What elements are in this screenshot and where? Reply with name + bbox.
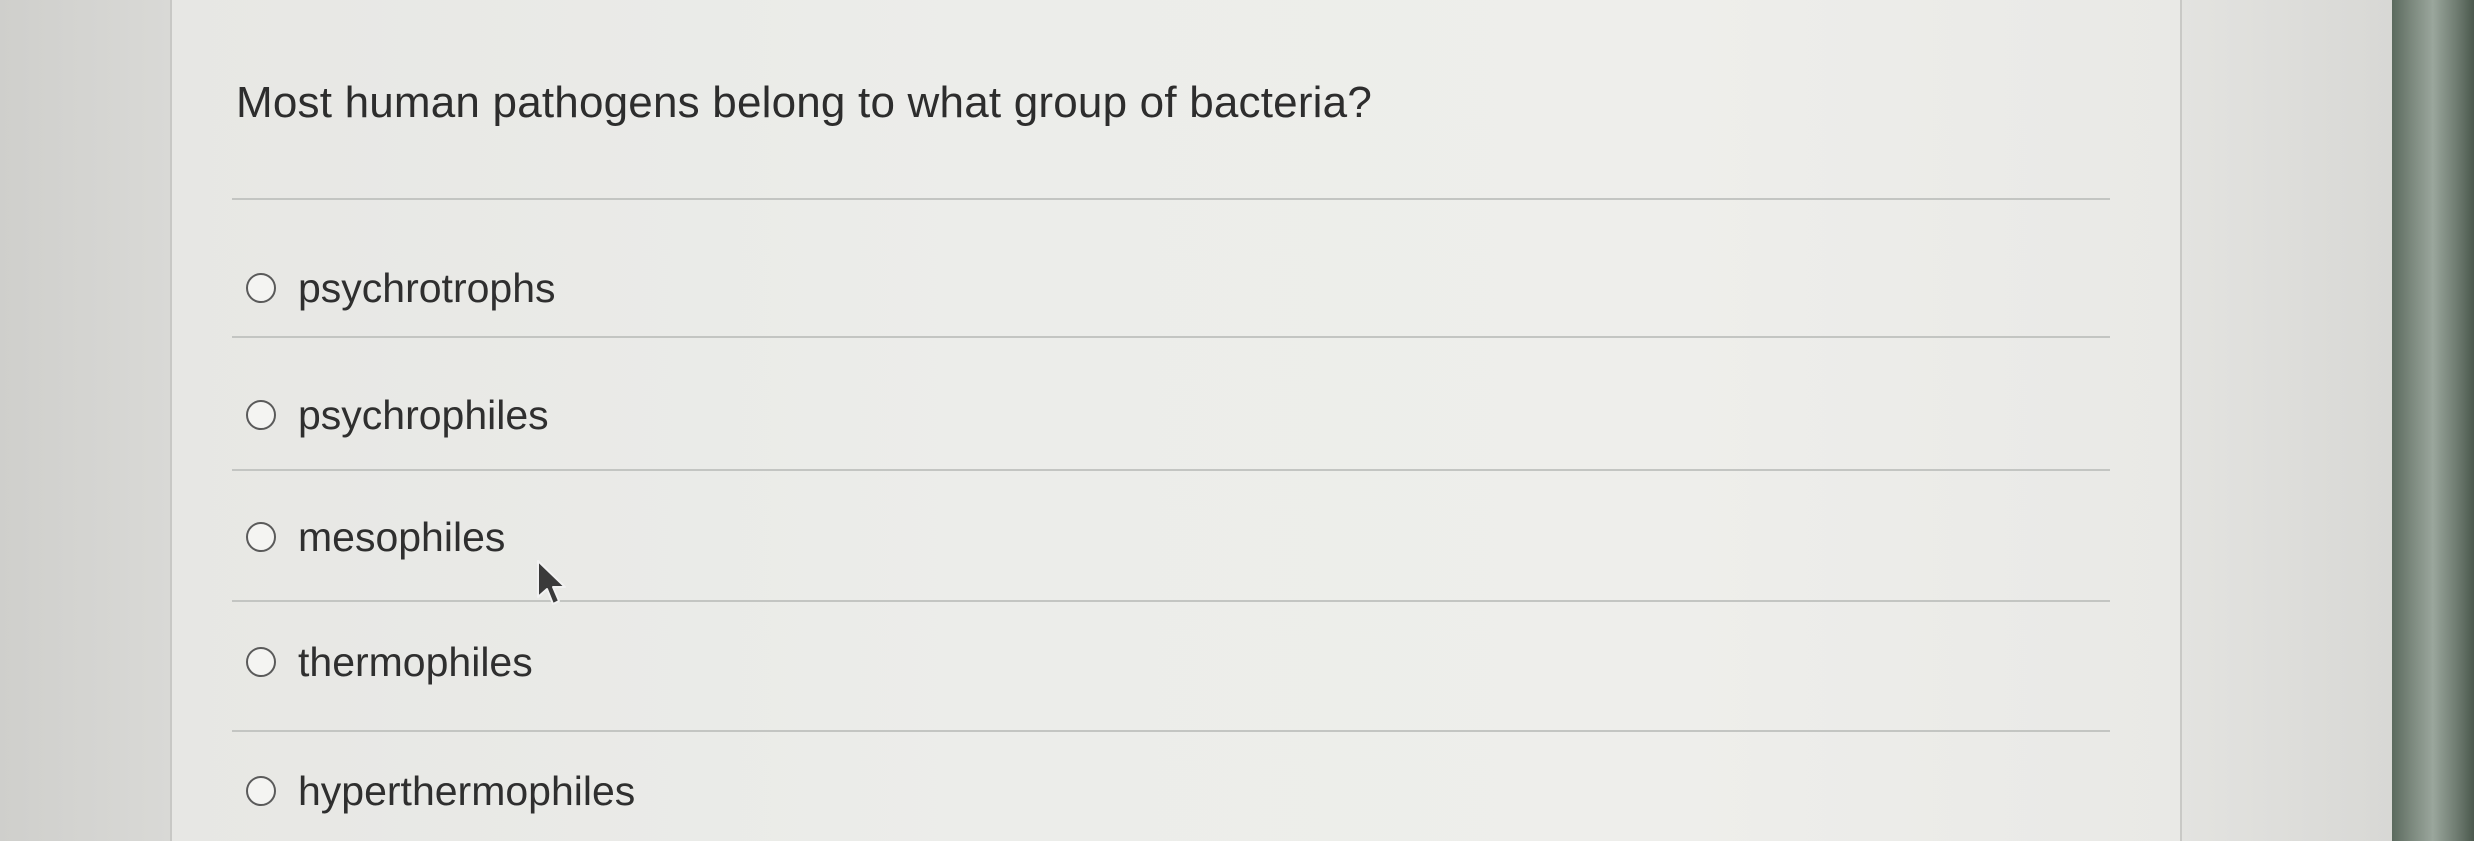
question-prompt: Most human pathogens belong to what grou… <box>236 78 1373 127</box>
divider <box>232 600 2110 602</box>
option-label: psychrophiles <box>298 391 549 438</box>
option-label: hyperthermophiles <box>298 767 636 814</box>
right-margin <box>2182 0 2392 841</box>
radio-button[interactable] <box>246 776 276 806</box>
answer-option-psychrotrophs[interactable]: psychrotrophs <box>246 264 556 311</box>
option-label: mesophiles <box>298 513 506 560</box>
radio-button[interactable] <box>246 400 276 430</box>
screen-bezel-edge <box>2392 0 2474 841</box>
answer-option-hyperthermophiles[interactable]: hyperthermophiles <box>246 767 636 814</box>
answer-option-thermophiles[interactable]: thermophiles <box>246 638 533 685</box>
answer-option-psychrophiles[interactable]: psychrophiles <box>246 391 549 438</box>
radio-button[interactable] <box>246 273 276 303</box>
divider <box>232 730 2110 732</box>
left-margin <box>0 0 170 841</box>
option-label: thermophiles <box>298 638 533 685</box>
divider <box>232 198 2110 200</box>
radio-button[interactable] <box>246 647 276 677</box>
radio-button[interactable] <box>246 522 276 552</box>
mouse-pointer-icon <box>537 560 566 605</box>
answer-option-mesophiles[interactable]: mesophiles <box>246 513 506 560</box>
option-label: psychrotrophs <box>298 264 556 311</box>
divider <box>232 336 2110 338</box>
divider <box>232 469 2110 471</box>
